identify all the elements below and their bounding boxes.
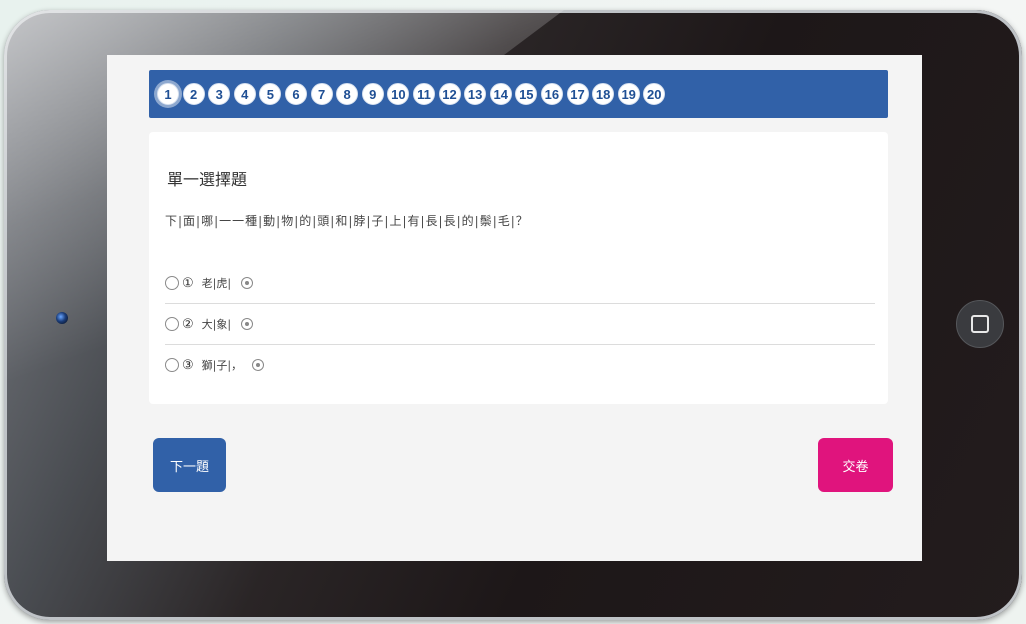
question-nav-item-1[interactable]: 1	[157, 83, 179, 105]
question-nav-item-5[interactable]: 5	[259, 83, 282, 105]
option-1-radio[interactable]	[165, 276, 179, 290]
submit-exam-button[interactable]: 交卷	[818, 438, 893, 492]
option-1-number: ①	[182, 275, 194, 291]
question-nav-item-6[interactable]: 6	[284, 83, 307, 105]
question-type-label: 單一選擇題	[167, 170, 248, 189]
question-nav-item-8[interactable]: 8	[336, 83, 359, 105]
option-2-radio[interactable]	[165, 317, 179, 331]
question-nav-item-14[interactable]: 14	[489, 83, 512, 105]
option-1[interactable]: ① 老|虎|	[165, 263, 875, 304]
option-3-radio[interactable]	[165, 358, 179, 372]
question-nav-item-2[interactable]: 2	[182, 83, 205, 105]
home-button[interactable]	[956, 300, 1004, 348]
camera-icon	[56, 312, 68, 324]
question-nav-item-12[interactable]: 12	[438, 83, 461, 105]
question-nav-item-4[interactable]: 4	[233, 83, 256, 105]
question-nav-item-3[interactable]: 3	[208, 83, 231, 105]
option-2-number: ②	[182, 316, 194, 332]
audio-icon[interactable]	[241, 318, 254, 330]
question-nav-item-15[interactable]: 15	[515, 83, 538, 105]
option-3-text: 獅|子|，	[201, 359, 243, 372]
question-nav-item-10[interactable]: 10	[387, 83, 410, 105]
audio-icon[interactable]	[241, 277, 254, 289]
question-nav-item-7[interactable]: 7	[310, 83, 333, 105]
question-nav-item-17[interactable]: 17	[566, 83, 589, 105]
option-3-number: ③	[182, 357, 194, 373]
question-nav-item-16[interactable]: 16	[540, 83, 563, 105]
option-1-text: 老|虎|	[201, 277, 232, 290]
home-button-icon	[971, 315, 989, 333]
question-nav-item-19[interactable]: 19	[617, 83, 640, 105]
question-text: 下|面|哪|一一種|動|物|的|頭|和|脖|子|上|有|長|長|的|鬃|毛|？	[165, 214, 529, 228]
question-nav-item-9[interactable]: 9	[361, 83, 384, 105]
option-2[interactable]: ② 大|象|	[165, 304, 875, 345]
option-3[interactable]: ③ 獅|子|，	[165, 345, 875, 385]
question-nav-item-20[interactable]: 20	[643, 83, 666, 105]
question-card: 單一選擇題 下|面|哪|一一種|動|物|的|頭|和|脖|子|上|有|長|長|的|…	[149, 132, 888, 404]
question-nav-item-18[interactable]: 18	[592, 83, 615, 105]
next-question-button[interactable]: 下一題	[153, 438, 226, 492]
quiz-screen: 1 2 3 4 5 6 7 8 9 10 11 12 13 14 15 16 1…	[107, 55, 922, 561]
question-nav-item-11[interactable]: 11	[412, 83, 435, 105]
question-nav-item-13[interactable]: 13	[464, 83, 487, 105]
audio-icon[interactable]	[252, 359, 265, 371]
question-nav-bar: 1 2 3 4 5 6 7 8 9 10 11 12 13 14 15 16 1…	[149, 70, 888, 118]
option-2-text: 大|象|	[201, 318, 232, 331]
